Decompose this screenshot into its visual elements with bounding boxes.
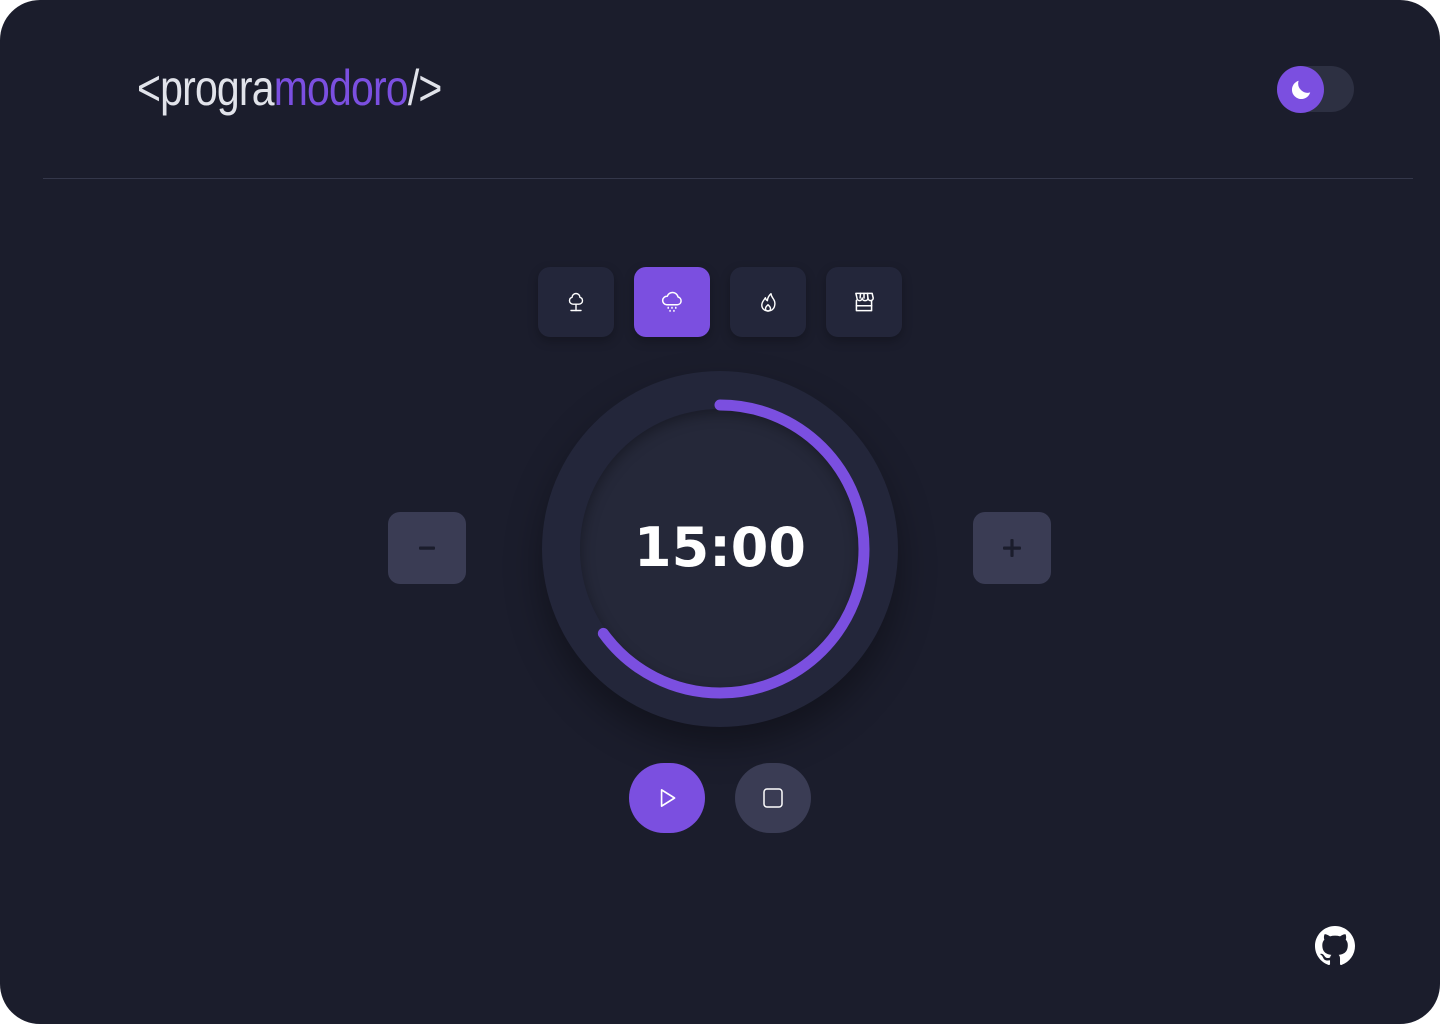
sound-selector xyxy=(538,267,902,337)
github-link[interactable] xyxy=(1315,926,1355,966)
logo-accent: modoro xyxy=(273,60,409,116)
timer-display: 15:00 xyxy=(634,516,806,579)
sound-button-forest[interactable] xyxy=(538,267,614,337)
cloud-rain-icon xyxy=(659,289,685,315)
github-icon xyxy=(1315,926,1355,966)
tree-icon xyxy=(564,290,588,314)
logo-suffix: /> xyxy=(407,60,443,116)
play-button[interactable] xyxy=(629,763,705,833)
header-divider xyxy=(43,178,1413,179)
app-window: <programodoro/> 15:00 xyxy=(0,0,1440,1024)
stop-icon xyxy=(761,786,785,810)
sound-button-rain[interactable] xyxy=(634,267,710,337)
sound-button-fireplace[interactable] xyxy=(730,267,806,337)
stop-button[interactable] xyxy=(735,763,811,833)
sound-button-coffee-shop[interactable] xyxy=(826,267,902,337)
flame-icon xyxy=(756,290,780,314)
plus-icon xyxy=(1002,538,1022,558)
increase-time-button[interactable] xyxy=(973,512,1051,584)
theme-toggle-knob xyxy=(1277,66,1324,113)
logo-prefix: <progra xyxy=(137,60,275,116)
moon-icon xyxy=(1288,77,1314,103)
app-logo: <programodoro/> xyxy=(137,56,442,120)
minus-icon xyxy=(418,545,436,551)
store-icon xyxy=(851,289,877,315)
play-icon xyxy=(654,785,680,811)
theme-toggle[interactable] xyxy=(1277,66,1354,113)
decrease-time-button[interactable] xyxy=(388,512,466,584)
